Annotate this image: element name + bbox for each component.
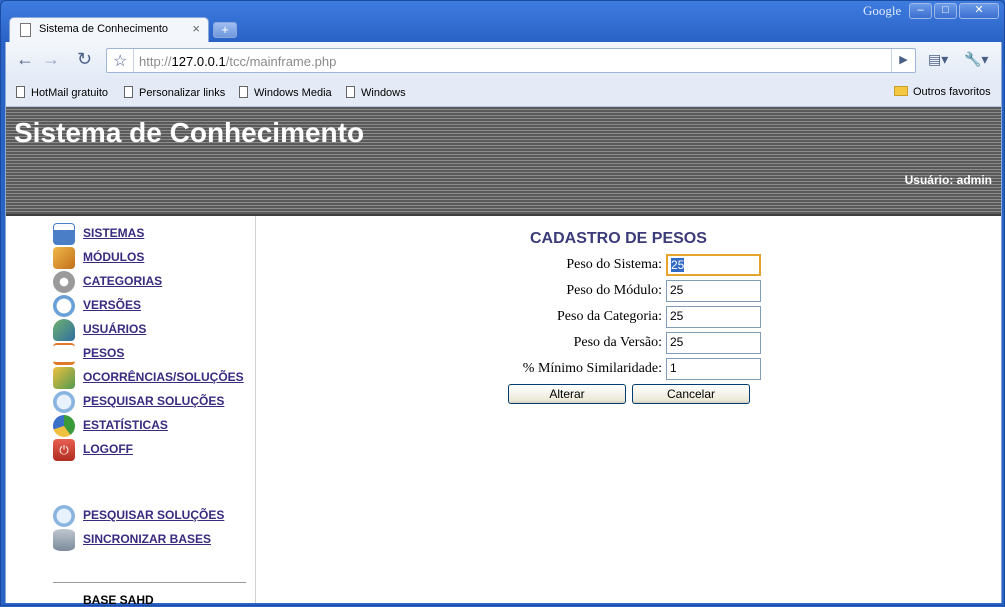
sidebar-link[interactable]: CATEGORIAS [83, 274, 162, 288]
field-label: Peso do Módulo: [566, 283, 662, 298]
page-menu-icon[interactable]: ▤▾ [928, 51, 948, 68]
wrench-menu-icon[interactable]: 🔧▾ [964, 51, 988, 68]
peso-modulo-input[interactable]: 25 [666, 280, 761, 302]
form-title: CADASTRO DE PESOS [530, 230, 707, 247]
database-sync-icon [53, 529, 75, 551]
bookmark-item[interactable]: HotMail gratuito [16, 86, 108, 99]
peso-categoria-input[interactable]: 25 [666, 306, 761, 328]
sidebar-link[interactable]: MÓDULOS [83, 250, 144, 264]
window-icon [53, 223, 75, 245]
power-icon: ⏻ [53, 439, 75, 461]
field-label: Peso da Categoria: [557, 309, 662, 324]
brand-label: Google [863, 3, 902, 18]
close-window-button[interactable]: ✕ [959, 3, 999, 19]
field-label: Peso da Versão: [573, 335, 662, 350]
site-header: Sistema de Conhecimento Usuário: admin [6, 107, 1001, 216]
maximize-button[interactable]: □ [934, 3, 957, 19]
peso-versao-input[interactable]: 25 [666, 332, 761, 354]
sidebar-link[interactable]: LOGOFF [83, 442, 133, 456]
forward-arrow-icon[interactable]: → [42, 50, 60, 68]
user-label: Usuário: admin [904, 173, 992, 187]
minimize-button[interactable]: – [909, 3, 932, 19]
page-icon [124, 86, 133, 98]
url-text: http://127.0.0.1/tcc/mainframe.php [139, 54, 337, 69]
address-bar[interactable]: ☆ http://127.0.0.1/tcc/mainframe.php ▶ [106, 48, 916, 73]
new-tab-button[interactable]: + [213, 22, 237, 38]
other-bookmarks[interactable]: Outros favoritos [894, 86, 991, 98]
users-icon [53, 319, 75, 341]
pie-chart-icon [53, 415, 75, 437]
magnifier-icon [53, 391, 75, 413]
peso-sistema-input[interactable]: 25 [666, 254, 761, 276]
field-label: Peso do Sistema: [566, 257, 662, 272]
folder-icon [894, 86, 908, 96]
page-content: Sistema de Conhecimento Usuário: admin S… [5, 107, 1002, 607]
back-arrow-icon[interactable]: ← [16, 50, 34, 68]
sidebar-link[interactable]: OCORRÊNCIAS/SOLUÇÕES [83, 370, 244, 384]
alterar-button[interactable]: Alterar [508, 384, 626, 404]
sidebar-section-heading: BASE SAHD [83, 593, 154, 607]
bookmarks-bar: HotMail gratuito Personalizar links Wind… [5, 78, 1002, 107]
browser-window: Google – □ ✕ Sistema de Conhecimento × +… [0, 0, 1005, 607]
page-icon [16, 86, 25, 98]
field-label: % Mínimo Similaridade: [522, 361, 662, 376]
reload-icon[interactable]: ↻ [77, 50, 92, 68]
sidebar-link[interactable]: PESQUISAR SOLUÇÕES [83, 394, 224, 408]
page-icon [239, 86, 248, 98]
browser-tab[interactable]: Sistema de Conhecimento × [9, 17, 209, 43]
sidebar-link[interactable]: VERSÕES [83, 298, 141, 312]
bookmark-item[interactable]: Windows [346, 86, 406, 99]
page-icon [346, 86, 355, 98]
sidebar: SISTEMAS MÓDULOS CATEGORIAS VERSÕES USUÁ… [6, 216, 256, 607]
go-icon[interactable]: ▶ [891, 49, 915, 72]
browser-toolbar: ← → ↻ ☆ http://127.0.0.1/tcc/mainframe.p… [5, 42, 1002, 78]
sidebar-link[interactable]: PESQUISAR SOLUÇÕES [83, 508, 224, 522]
sidebar-link[interactable]: USUÁRIOS [83, 322, 146, 336]
gear-icon [53, 271, 75, 293]
bookmark-star-icon[interactable]: ☆ [113, 51, 127, 71]
tab-close-icon[interactable]: × [192, 21, 200, 36]
sidebar-link[interactable]: SISTEMAS [83, 226, 144, 240]
tab-title: Sistema de Conhecimento [39, 23, 169, 35]
scale-icon [53, 343, 75, 365]
bookmark-item[interactable]: Personalizar links [124, 86, 225, 99]
sidebar-link[interactable]: PESOS [83, 346, 124, 360]
minimo-similaridade-input[interactable]: 1 [666, 358, 761, 380]
clock-icon [53, 295, 75, 317]
page-icon [20, 23, 31, 37]
cube-icon [53, 247, 75, 269]
sidebar-link[interactable]: SINCRONIZAR BASES [83, 532, 211, 546]
magnifier-icon [53, 505, 75, 527]
sidebar-link[interactable]: ESTATÍSTICAS [83, 418, 168, 432]
cancelar-button[interactable]: Cancelar [632, 384, 750, 404]
sidebar-divider [53, 582, 246, 583]
site-title: Sistema de Conhecimento [14, 117, 365, 148]
tools-icon [53, 367, 75, 389]
bookmark-item[interactable]: Windows Media [239, 86, 332, 99]
